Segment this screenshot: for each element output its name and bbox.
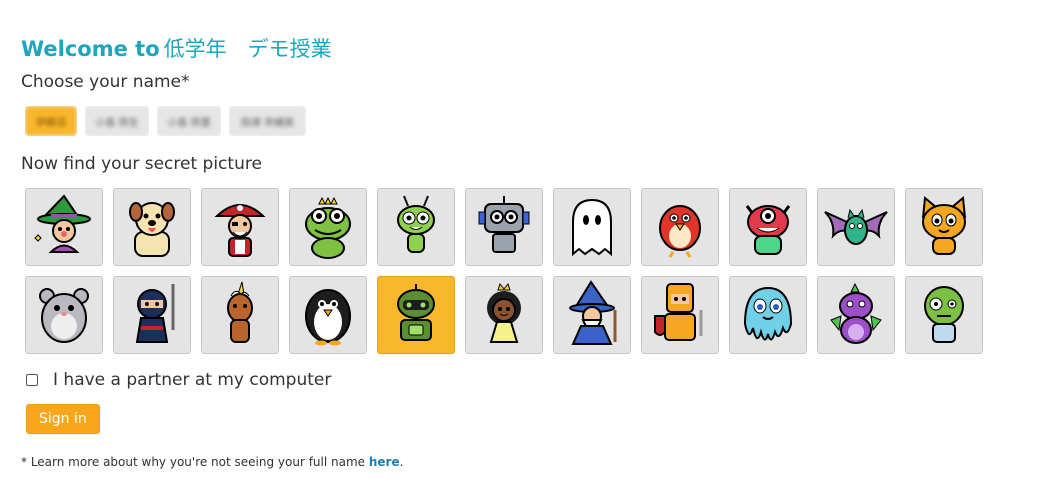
witch-icon xyxy=(34,194,91,253)
unicorn-icon xyxy=(227,281,253,343)
footnote-text: * Learn more about why you're not seeing… xyxy=(21,455,369,469)
welcome-text: Welcome to xyxy=(21,37,160,61)
dragon-icon xyxy=(830,282,882,344)
name-prompt: Choose your name* xyxy=(21,72,190,92)
sign-in-button[interactable]: Sign in xyxy=(26,404,100,434)
partner-label: I have a partner at my computer xyxy=(53,370,332,390)
dog-icon xyxy=(129,202,175,257)
princess-icon xyxy=(487,282,521,343)
footnote-end: . xyxy=(399,455,404,469)
name-button[interactable]: 田津 奈緒実 xyxy=(229,106,306,136)
ninja-icon xyxy=(135,284,175,343)
picture-tile[interactable] xyxy=(201,188,279,266)
zombie-icon xyxy=(924,286,964,343)
picture-tile[interactable] xyxy=(377,188,455,266)
alien-icon xyxy=(397,195,435,253)
picture-tile[interactable] xyxy=(289,276,367,354)
orange-cat-icon xyxy=(922,196,966,255)
picture-tile[interactable] xyxy=(465,188,543,266)
picture-tile[interactable] xyxy=(465,276,543,354)
knight-icon xyxy=(654,283,703,341)
learn-more-link[interactable]: here xyxy=(369,455,400,469)
footnote: * Learn more about why you're not seeing… xyxy=(21,455,403,469)
picture-tile[interactable] xyxy=(553,188,631,266)
partner-checkbox[interactable] xyxy=(26,374,38,386)
picture-tile[interactable] xyxy=(201,276,279,354)
robot-icon xyxy=(478,196,530,253)
bat-icon xyxy=(824,208,888,245)
wizard-icon xyxy=(569,280,617,345)
picture-tile[interactable] xyxy=(729,276,807,354)
ghost-icon xyxy=(572,198,612,257)
picture-tile[interactable] xyxy=(641,188,719,266)
picture-tile[interactable] xyxy=(729,188,807,266)
green-robot-icon xyxy=(397,284,435,341)
picture-tile[interactable] xyxy=(113,188,191,266)
picture-tile[interactable] xyxy=(25,188,103,266)
picture-tile[interactable] xyxy=(641,276,719,354)
pirate-icon xyxy=(214,204,266,257)
picture-tile[interactable] xyxy=(113,276,191,354)
picture-grid xyxy=(25,188,983,354)
picture-tile[interactable] xyxy=(817,276,895,354)
partner-option[interactable]: I have a partner at my computer xyxy=(26,370,331,390)
name-button[interactable]: 小島 弥里 xyxy=(157,106,221,136)
name-button[interactable]: 小島 弥生 xyxy=(85,106,149,136)
penguin-icon xyxy=(305,289,351,346)
name-list: 伊藤沼 小島 弥生 小島 弥里 田津 奈緒実 xyxy=(25,106,306,136)
picture-prompt: Now find your secret picture xyxy=(21,154,262,174)
class-name: 低学年 デモ授業 xyxy=(163,37,332,61)
picture-tile-selected[interactable] xyxy=(377,276,455,354)
red-monster-icon xyxy=(745,205,791,255)
picture-tile[interactable] xyxy=(905,276,983,354)
picture-tile[interactable] xyxy=(553,276,631,354)
hamster-icon xyxy=(39,288,89,343)
octopus-icon xyxy=(744,286,793,341)
picture-tile[interactable] xyxy=(289,188,367,266)
red-bird-icon xyxy=(659,205,701,258)
picture-tile[interactable] xyxy=(25,276,103,354)
page-title: Welcome to 低学年 デモ授業 xyxy=(21,33,332,63)
picture-tile[interactable] xyxy=(905,188,983,266)
picture-tile[interactable] xyxy=(817,188,895,266)
name-button[interactable]: 伊藤沼 xyxy=(25,106,77,136)
frog-prince-icon xyxy=(305,196,351,259)
